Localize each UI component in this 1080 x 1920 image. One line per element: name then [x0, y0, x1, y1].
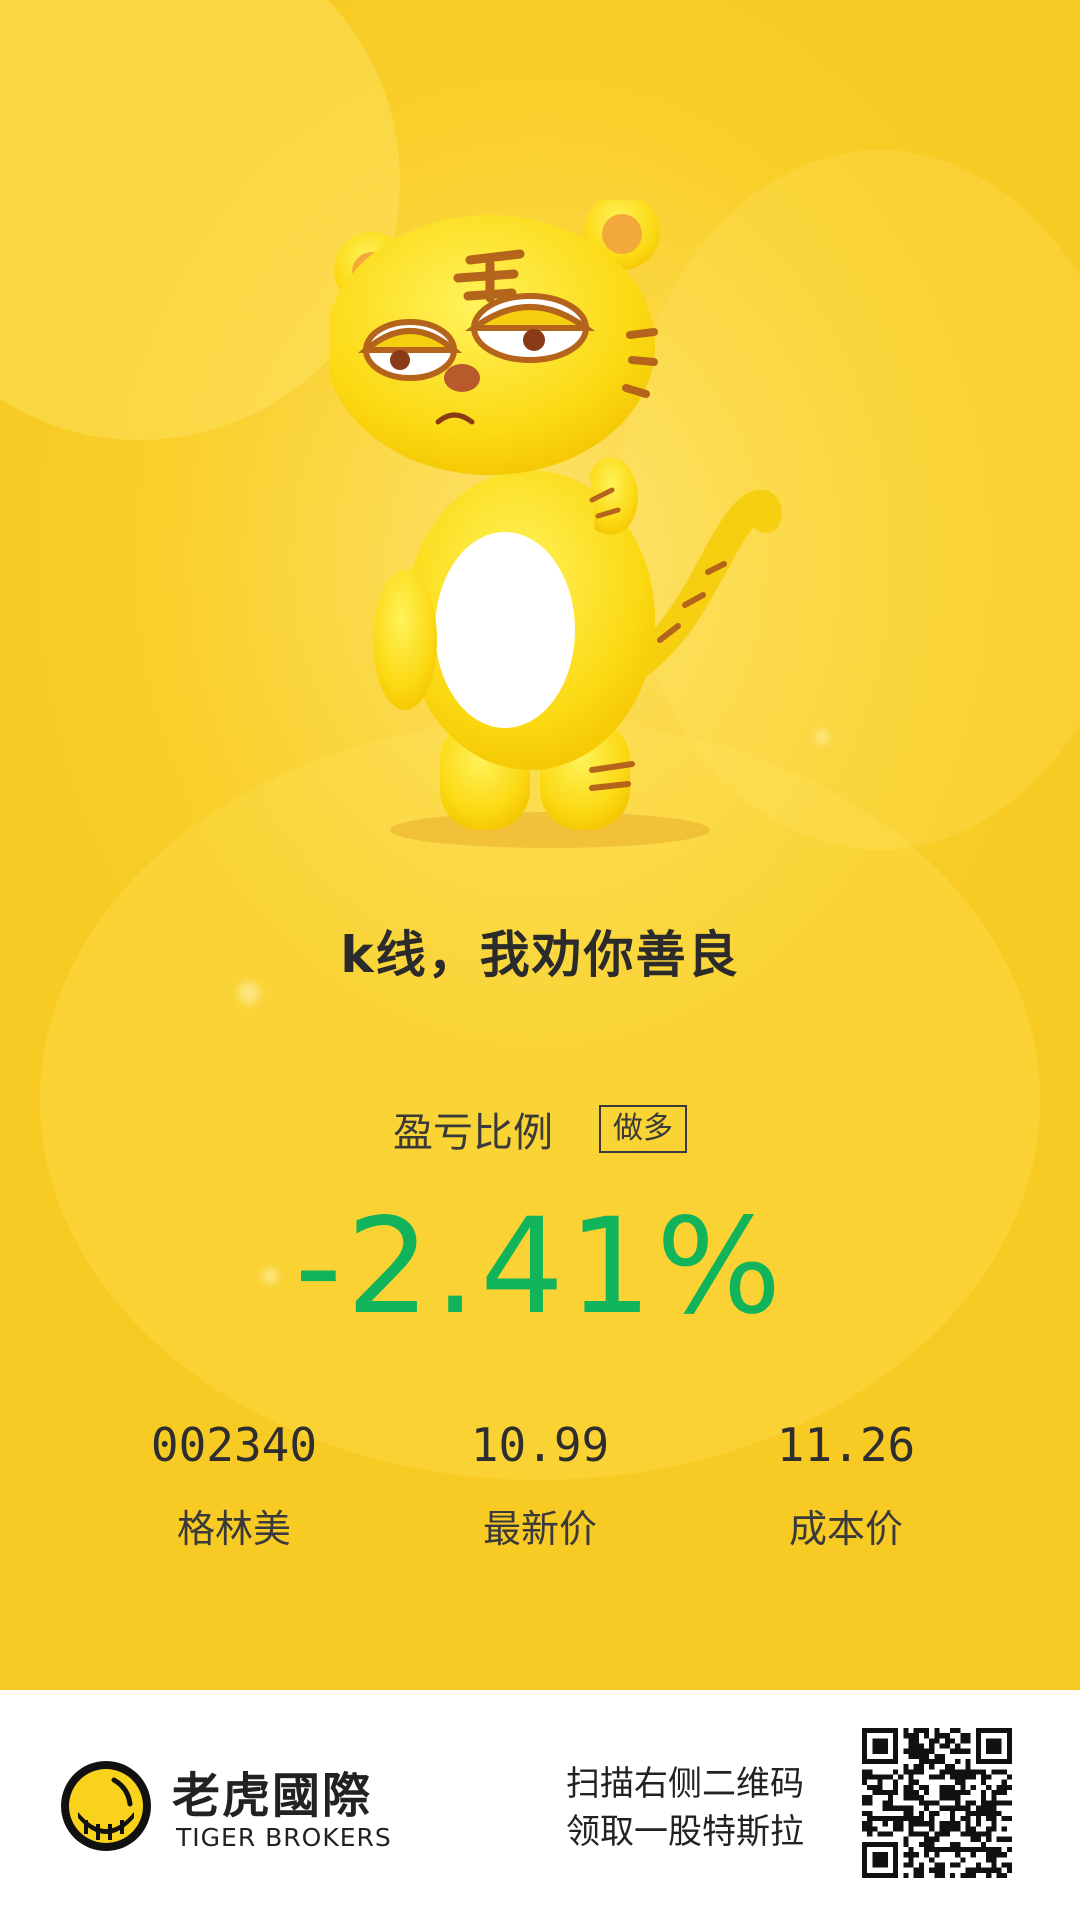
promo-text: 扫描右侧二维码 领取一股特斯拉: [566, 1760, 804, 1856]
pnl-ratio-label: 盈亏比例: [393, 1110, 553, 1156]
pnl-ratio-row: 盈亏比例 做多: [0, 1100, 1080, 1158]
qr-code-icon[interactable]: [862, 1728, 1012, 1878]
slogan-title: k线，我劝你善良: [340, 926, 740, 984]
promo-line-1: 扫描右侧二维码: [566, 1764, 804, 1804]
share-poster: k线，我劝你善良 盈亏比例 做多 -2.41% 002340 格林美 10.99…: [0, 0, 1080, 1690]
stat-latest-price: 10.99 最新价: [410, 1418, 670, 1553]
stock-code-value: 002340: [150, 1418, 318, 1472]
position-side-badge: 做多: [599, 1105, 687, 1153]
cost-price-label: 成本价: [788, 1507, 903, 1551]
pnl-percent-value: -2.41%: [294, 1190, 786, 1344]
brand-name-en: TIGER BROKERS: [176, 1823, 392, 1852]
stock-name-label: 格林美: [176, 1507, 291, 1551]
tiger-logo-icon: [61, 1761, 151, 1851]
stat-stock-code: 002340 格林美: [104, 1418, 364, 1553]
brand-name-cn: 老虎國際: [172, 1768, 373, 1824]
promo-line-2: 领取一股特斯拉: [566, 1812, 804, 1852]
latest-price-value: 10.99: [470, 1418, 610, 1472]
footer-bar: 老虎國際 TIGER BROKERS 扫描右侧二维码 领取一股特斯拉: [0, 1690, 1080, 1920]
stat-cost-price: 11.26 成本价: [716, 1418, 976, 1553]
sparkle-dot: [815, 730, 829, 744]
cost-price-value: 11.26: [776, 1418, 916, 1472]
tiger-mascot-illustration: [330, 200, 782, 848]
latest-price-label: 最新价: [482, 1507, 597, 1551]
